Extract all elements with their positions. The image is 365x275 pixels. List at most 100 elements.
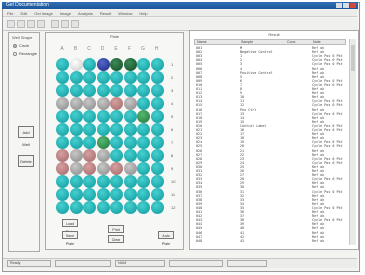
plate-well[interactable]	[96, 97, 110, 110]
plate-well[interactable]	[137, 110, 150, 123]
plate-well[interactable]	[123, 58, 137, 71]
column-header[interactable]: Conc	[287, 40, 295, 45]
plate-well[interactable]	[69, 58, 83, 71]
plate-well[interactable]	[150, 201, 164, 214]
table-row[interactable]: 048 43 Ref ok	[194, 239, 346, 243]
plate-well[interactable]	[96, 123, 110, 136]
plate-well[interactable]	[56, 175, 69, 188]
auto-plate-button[interactable]: Auto Plate	[158, 231, 174, 246]
delete-button[interactable]: Delete	[18, 155, 34, 167]
plate-well[interactable]	[69, 84, 83, 97]
plate-well[interactable]	[69, 71, 83, 84]
plate-well[interactable]	[137, 84, 150, 97]
plate-well[interactable]	[83, 136, 96, 149]
toolbar-button-icon[interactable]	[17, 20, 25, 28]
plate-well[interactable]	[123, 175, 137, 188]
plate-well[interactable]	[56, 110, 69, 123]
plate-well[interactable]	[56, 71, 69, 84]
print-button[interactable]: Print	[108, 225, 124, 233]
scroll-thumb[interactable]	[351, 45, 355, 71]
plate-well[interactable]	[110, 175, 123, 188]
plate-well[interactable]	[110, 188, 123, 201]
toolbar-button-icon[interactable]	[61, 20, 69, 28]
plate-well[interactable]	[150, 136, 164, 149]
plate-well[interactable]	[123, 162, 137, 175]
plate-well[interactable]	[150, 71, 164, 84]
plate-well[interactable]	[123, 71, 137, 84]
plate-well[interactable]	[83, 149, 96, 162]
toolbar-button-icon[interactable]	[7, 20, 15, 28]
column-header[interactable]: Name	[197, 40, 207, 45]
plate-well[interactable]	[137, 201, 150, 214]
plate-well[interactable]	[150, 149, 164, 162]
plate-well[interactable]	[110, 58, 123, 71]
plate-well[interactable]	[56, 84, 69, 97]
plate-well[interactable]	[69, 201, 83, 214]
plate-well[interactable]	[56, 58, 69, 71]
plate-well[interactable]	[123, 201, 137, 214]
radio-circle[interactable]: Circle	[13, 43, 29, 48]
plate-well[interactable]	[96, 110, 110, 123]
plate-well[interactable]	[110, 71, 123, 84]
title-bar[interactable]: Gel Documentation	[2, 2, 358, 9]
radio-rectangle[interactable]: Rectangle	[13, 51, 37, 56]
maximize-icon[interactable]	[343, 3, 349, 8]
plate-well[interactable]	[96, 188, 110, 201]
plate-well[interactable]	[96, 84, 110, 97]
add-well-button[interactable]: Add Well	[18, 126, 34, 147]
load-plate-button[interactable]: Load Plate	[62, 219, 78, 234]
menu-item[interactable]: Image	[60, 10, 71, 16]
plate-well[interactable]	[56, 97, 69, 110]
plate-well[interactable]	[123, 123, 137, 136]
plate-well[interactable]	[123, 110, 137, 123]
plate-well[interactable]	[110, 201, 123, 214]
column-header[interactable]: Note	[313, 40, 321, 45]
menu-item[interactable]: Window	[118, 10, 132, 16]
plate-well[interactable]	[56, 201, 69, 214]
plate-well[interactable]	[96, 162, 110, 175]
plate-well[interactable]	[56, 136, 69, 149]
plate-well[interactable]	[69, 110, 83, 123]
plate-well[interactable]	[56, 188, 69, 201]
plate-well[interactable]	[137, 97, 150, 110]
toolbar-button-icon[interactable]	[51, 20, 59, 28]
plate-well[interactable]	[69, 149, 83, 162]
plate-well[interactable]	[137, 149, 150, 162]
plate-well[interactable]	[137, 136, 150, 149]
radio-icon[interactable]	[13, 51, 17, 56]
plate-well[interactable]	[137, 162, 150, 175]
menu-item[interactable]: Analysis	[78, 10, 93, 16]
plate-well[interactable]	[123, 97, 137, 110]
plate-well[interactable]	[110, 123, 123, 136]
plate-well[interactable]	[96, 175, 110, 188]
plate-well[interactable]	[137, 71, 150, 84]
plate-well[interactable]	[69, 97, 83, 110]
plate-well[interactable]	[110, 136, 123, 149]
plate-well[interactable]	[96, 58, 110, 71]
plate-well[interactable]	[83, 188, 96, 201]
plate-well[interactable]	[150, 58, 164, 71]
plate-well[interactable]	[56, 162, 69, 175]
menu-item[interactable]: File	[7, 10, 13, 16]
plate-well[interactable]	[96, 71, 110, 84]
plate-well[interactable]	[150, 84, 164, 97]
plate-well[interactable]	[69, 136, 83, 149]
plate-well[interactable]	[110, 97, 123, 110]
minimize-icon[interactable]	[336, 3, 342, 8]
menu-item[interactable]: Result	[100, 10, 111, 16]
plate-well[interactable]	[137, 58, 150, 71]
plate-well[interactable]	[56, 123, 69, 136]
plate-well[interactable]	[83, 162, 96, 175]
save-plate-button[interactable]: Save Plate	[62, 231, 78, 246]
plate-well[interactable]	[83, 97, 96, 110]
plate-well[interactable]	[110, 149, 123, 162]
radio-icon[interactable]	[13, 43, 17, 48]
plate-well[interactable]	[150, 162, 164, 175]
plate-well[interactable]	[96, 136, 110, 149]
toolbar-button-icon[interactable]	[27, 20, 35, 28]
plate-well[interactable]	[150, 123, 164, 136]
plate-well[interactable]	[110, 84, 123, 97]
plate-well[interactable]	[123, 84, 137, 97]
close-icon[interactable]	[350, 3, 356, 8]
plate-well[interactable]	[56, 149, 69, 162]
